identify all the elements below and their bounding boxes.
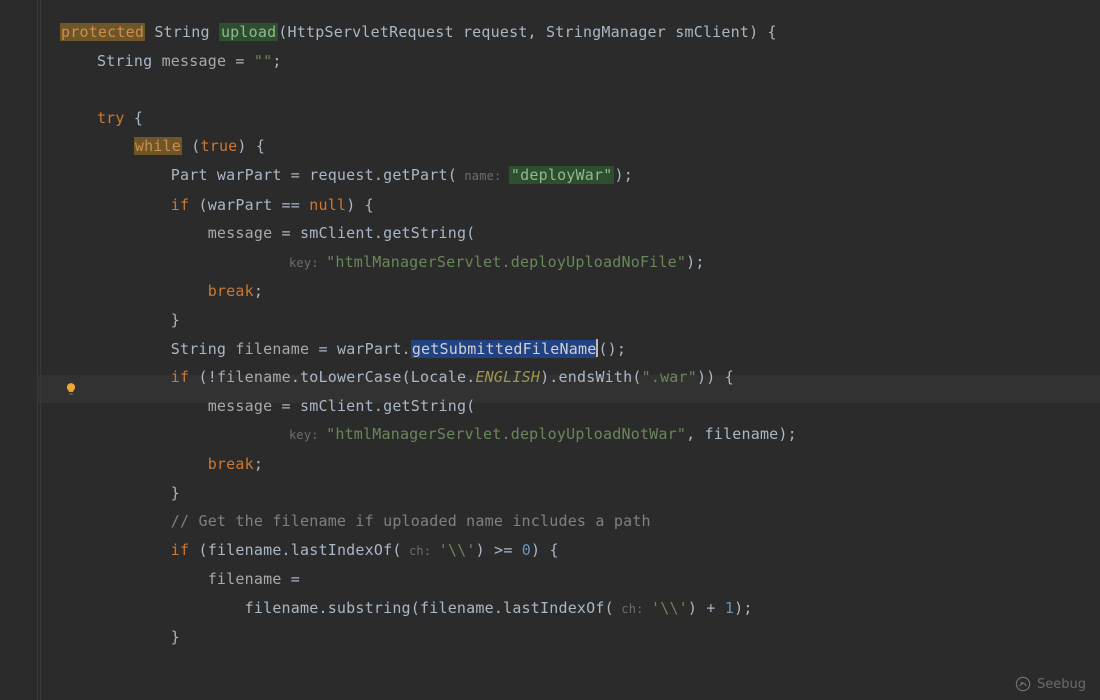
parameter-hint-key: key: — [282, 256, 327, 270]
parameter-hint-ch: ch: — [402, 544, 439, 558]
seebug-icon — [1015, 676, 1031, 692]
method-name-upload: upload — [219, 23, 278, 41]
selection-getsubmittedfilename: getSubmittedFileName — [411, 340, 598, 358]
watermark: Seebug — [1015, 676, 1086, 692]
keyword-protected: protected — [60, 23, 145, 41]
gutter — [0, 0, 38, 700]
gutter-separator — [40, 0, 41, 700]
code-editor-content[interactable]: protected String upload(HttpServletReque… — [60, 18, 797, 652]
parameter-hint-key: key: — [282, 428, 327, 442]
keyword-while: while — [134, 137, 182, 155]
parameter-hint-name: name: — [457, 169, 509, 183]
watermark-text: Seebug — [1037, 677, 1086, 692]
string-deploywar: "deployWar" — [509, 166, 615, 184]
parameter-hint-ch: ch: — [614, 602, 651, 616]
code-comment: // Get the filename if uploaded name inc… — [171, 512, 651, 530]
